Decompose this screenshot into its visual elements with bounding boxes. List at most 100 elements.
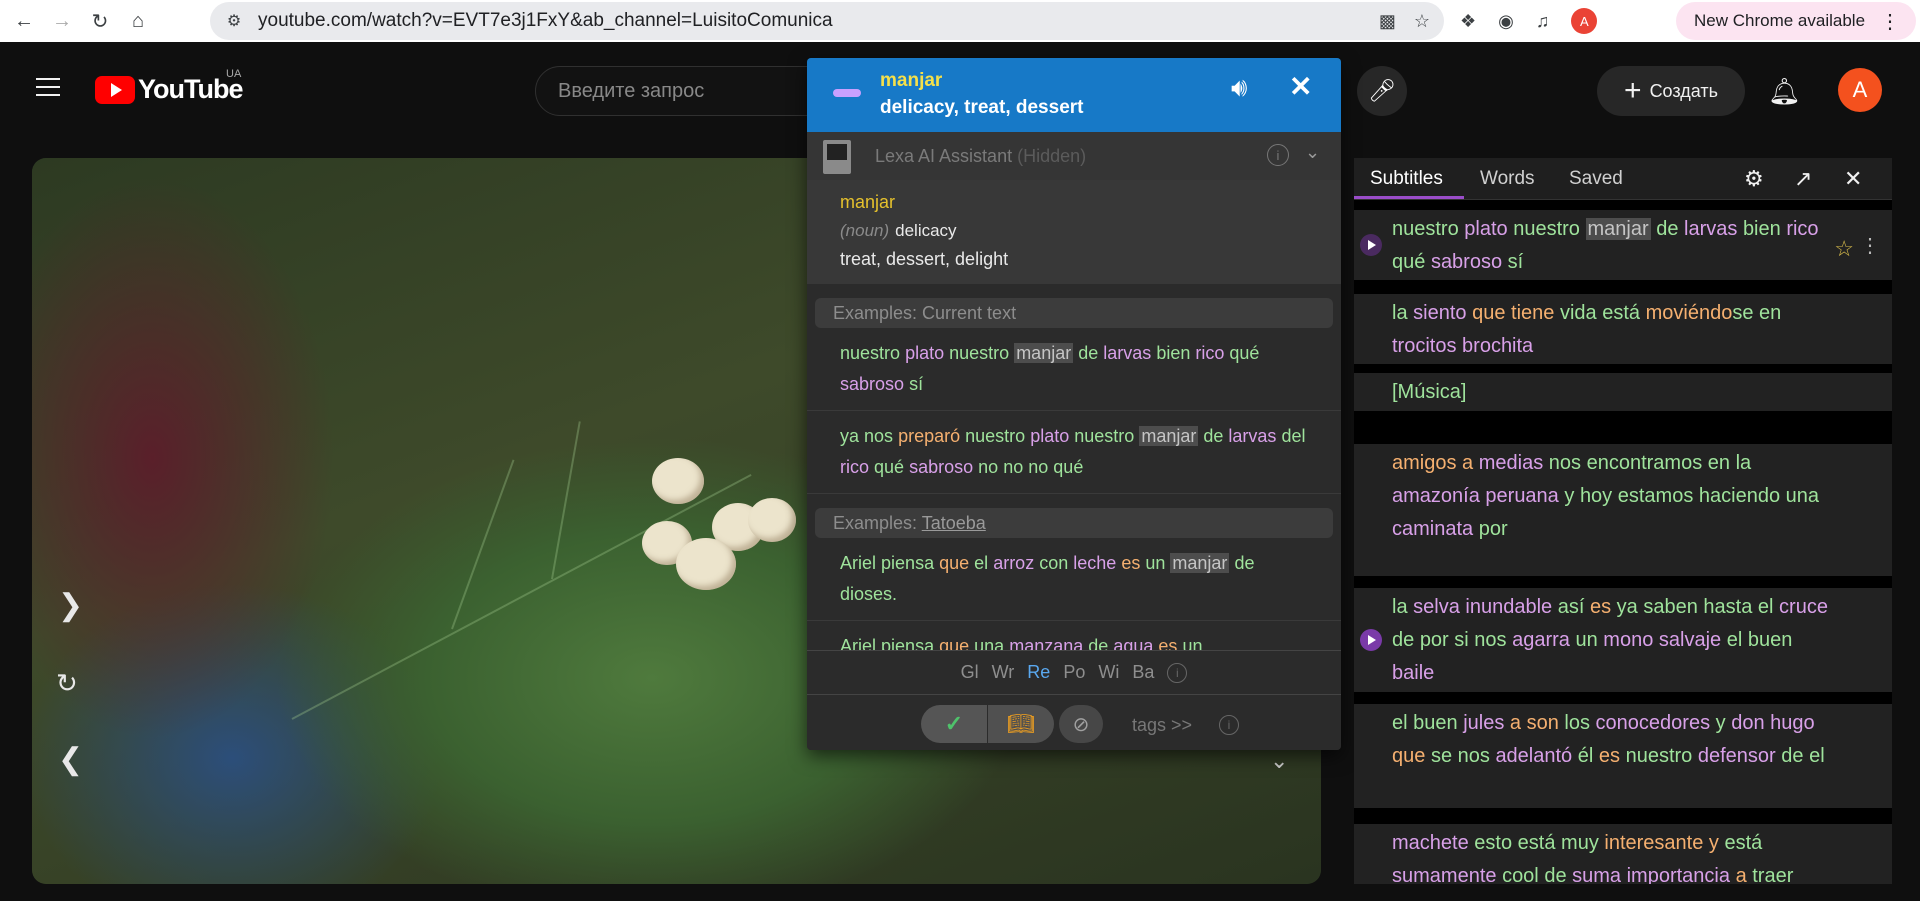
speaker-icon[interactable]: 🔊︎ <box>1231 72 1247 104</box>
word-token[interactable]: buen <box>1413 712 1458 734</box>
info-icon[interactable]: i <box>1167 662 1188 683</box>
create-button[interactable]: + Создать <box>1597 66 1745 116</box>
word-token[interactable]: salvaje <box>1659 629 1721 651</box>
word-token[interactable]: una <box>1786 485 1819 507</box>
dictionary-re[interactable]: Re <box>1027 662 1050 683</box>
address-bar[interactable]: ⚙ youtube.com/watch?v=EVT7e3j1FxY&ab_cha… <box>210 2 1444 40</box>
url-text[interactable]: youtube.com/watch?v=EVT7e3j1FxY&ab_chann… <box>258 10 833 32</box>
word-token[interactable]: se <box>1732 302 1753 324</box>
word-token[interactable]: sabroso <box>1431 251 1502 273</box>
word-token[interactable]: adelantó <box>1495 745 1572 767</box>
word-token[interactable]: tiene <box>1511 302 1554 324</box>
word-token[interactable]: nuestro <box>840 343 900 363</box>
word-token[interactable]: de <box>1203 426 1223 446</box>
dictionary-wi[interactable]: Wi <box>1098 662 1119 683</box>
replay-icon[interactable]: ↻ <box>56 668 78 699</box>
word-token[interactable]: amazonía <box>1392 485 1480 507</box>
reload-icon[interactable]: ↻ <box>86 7 114 35</box>
ban-icon[interactable]: ⊘ <box>1059 705 1103 743</box>
word-token[interactable]: vida <box>1560 302 1597 324</box>
word-token[interactable]: la <box>1392 302 1408 324</box>
close-icon[interactable]: ✕ <box>1844 166 1862 192</box>
word-token[interactable]: el <box>1727 629 1743 651</box>
youtube-logo[interactable]: YouTube UA <box>95 68 243 105</box>
tab-words[interactable]: Words <box>1480 168 1535 190</box>
word-token[interactable]: de <box>1544 865 1566 884</box>
word-token[interactable]: manjar <box>1170 553 1230 573</box>
word-token[interactable]: qué <box>1229 343 1259 363</box>
hamburger-menu-icon[interactable] <box>36 78 60 96</box>
word-token[interactable]: y <box>1564 485 1574 507</box>
word-token[interactable]: no <box>1028 457 1048 477</box>
word-token[interactable]: hugo <box>1770 712 1815 734</box>
word-token[interactable]: estamos <box>1618 485 1694 507</box>
tab-subtitles[interactable]: Subtitles <box>1370 168 1443 190</box>
word-token[interactable]: sí <box>1508 251 1524 273</box>
word-token[interactable]: leche <box>1073 553 1116 573</box>
word-token[interactable]: sabroso <box>840 374 904 394</box>
word-token[interactable]: es <box>1590 596 1611 618</box>
word-token[interactable]: suma <box>1572 865 1621 884</box>
word-token[interactable]: un <box>1575 629 1597 651</box>
word-token[interactable]: la <box>1736 452 1752 474</box>
word-token[interactable]: de <box>1234 553 1254 573</box>
word-token[interactable]: machete <box>1392 832 1469 854</box>
word-token[interactable]: nuestro <box>949 343 1009 363</box>
subtitle-line[interactable]: [Música] <box>1354 373 1892 411</box>
word-token[interactable]: cruce <box>1779 596 1828 618</box>
word-token[interactable]: larvas <box>1228 426 1276 446</box>
word-token[interactable]: rico <box>840 457 869 477</box>
info-icon[interactable]: i <box>1219 715 1239 735</box>
word-token[interactable]: nos <box>1549 452 1581 474</box>
info-icon[interactable]: i <box>1267 144 1289 166</box>
word-token[interactable]: ya <box>1617 596 1638 618</box>
word-token[interactable]: sí <box>909 374 923 394</box>
puzzle-icon[interactable]: ❖ <box>1460 11 1476 32</box>
word-token[interactable]: rico <box>1195 343 1224 363</box>
word-token[interactable]: el <box>1809 745 1825 767</box>
word-token[interactable]: nos <box>864 426 893 446</box>
word-token[interactable]: a <box>1736 865 1747 884</box>
star-icon[interactable]: ☆ <box>1414 11 1430 32</box>
word-token[interactable]: de <box>1078 343 1098 363</box>
book-icon[interactable]: 📖︎ <box>988 705 1054 743</box>
word-token[interactable]: trocitos <box>1392 335 1456 357</box>
search-input[interactable]: Введите запрос <box>535 66 815 116</box>
subtitle-line[interactable]: la selva inundable así es ya saben hasta… <box>1354 588 1892 692</box>
chevron-down-icon[interactable]: ⌄ <box>1270 748 1288 774</box>
word-token[interactable]: Ariel <box>840 553 876 573</box>
more-vert-icon[interactable]: ⋮ <box>1860 230 1880 263</box>
word-token[interactable]: manjar <box>1014 343 1074 363</box>
mic-icon[interactable]: 🎤︎ <box>1357 66 1407 116</box>
dictionary-ba[interactable]: Ba <box>1132 662 1154 683</box>
word-token[interactable]: nos <box>1458 745 1490 767</box>
word-token[interactable]: un <box>1145 553 1165 573</box>
word-token[interactable]: mono <box>1603 629 1653 651</box>
word-token[interactable]: bien <box>1156 343 1190 363</box>
arrow-right-icon[interactable]: → <box>48 7 76 35</box>
ai-assistant-row[interactable]: Lexa AI Assistant (Hidden) i ⌄ <box>807 132 1341 180</box>
word-token[interactable]: manjar <box>1585 218 1651 240</box>
close-icon[interactable]: ✕ <box>1289 70 1312 103</box>
word-token[interactable]: y <box>1709 832 1719 854</box>
word-token[interactable]: es <box>1121 553 1140 573</box>
dictionary-po[interactable]: Po <box>1063 662 1085 683</box>
media-icon[interactable]: ♫ <box>1536 11 1550 32</box>
word-token[interactable]: que <box>939 553 969 573</box>
word-token[interactable]: hoy <box>1580 485 1612 507</box>
word-token[interactable]: sabroso <box>909 457 973 477</box>
word-token[interactable]: don <box>1731 712 1764 734</box>
word-token[interactable]: a <box>1462 452 1473 474</box>
word-token[interactable]: el <box>1392 712 1408 734</box>
word-token[interactable]: está <box>1602 302 1640 324</box>
gear-icon[interactable]: ⚙ <box>1744 166 1764 192</box>
word-token[interactable]: preparó <box>898 426 960 446</box>
tags-link[interactable]: tags >> <box>1132 715 1192 736</box>
word-token[interactable]: cool <box>1502 865 1539 884</box>
word-token[interactable]: selva <box>1413 596 1460 618</box>
chevron-right-icon[interactable]: ❯ <box>58 588 83 623</box>
update-button[interactable]: New Chrome available ⋮ <box>1676 2 1916 40</box>
word-token[interactable]: brochita <box>1462 335 1533 357</box>
word-token[interactable]: está <box>1518 832 1556 854</box>
word-token[interactable]: por <box>1420 629 1449 651</box>
